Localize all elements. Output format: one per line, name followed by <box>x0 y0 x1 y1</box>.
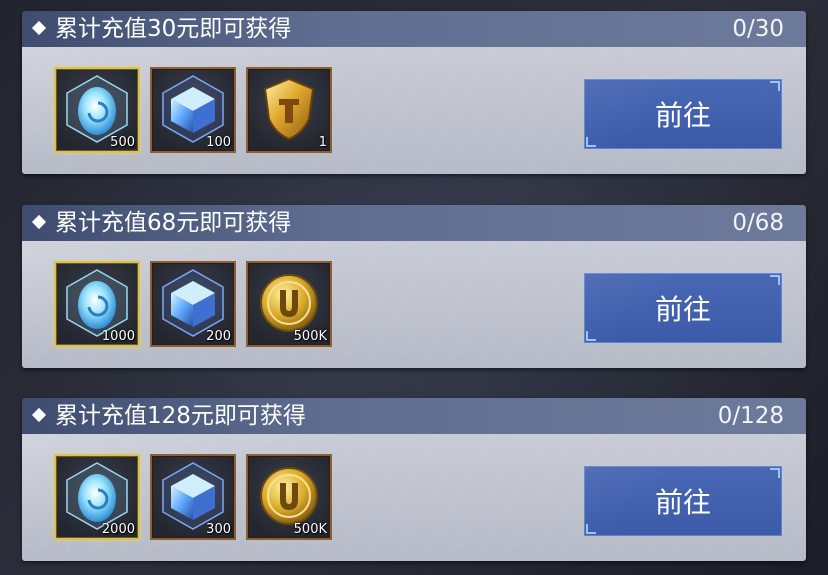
reward-quantity: 100 <box>206 135 231 150</box>
task-header: 累计充值30元即可获得 0/30 <box>22 11 806 47</box>
reward-slot[interactable]: 500 <box>54 67 140 153</box>
reward-slot[interactable]: 500K <box>246 454 332 540</box>
reward-slot[interactable]: 100 <box>150 67 236 153</box>
diamond-bullet-icon <box>31 214 47 230</box>
reward-quantity: 1 <box>318 135 327 150</box>
task-title: 累计充值128元即可获得 <box>55 403 306 429</box>
task-header: 累计充值128元即可获得 0/128 <box>22 398 806 434</box>
go-button[interactable]: 前往 <box>584 466 782 536</box>
reward-list: 1000 200 500K <box>54 261 332 347</box>
recharge-rewards-panel: 累计充值30元即可获得 0/30 500 100 1 前往 累计充值68元即可获… <box>0 0 828 575</box>
reward-quantity: 500K <box>293 522 327 537</box>
reward-quantity: 2000 <box>101 522 135 537</box>
reward-quantity: 500 <box>110 135 135 150</box>
reward-slot[interactable]: 1000 <box>54 261 140 347</box>
reward-slot[interactable]: 1 <box>246 67 332 153</box>
task-progress: 0/30 <box>732 16 784 42</box>
reward-list: 2000 300 500K <box>54 454 332 540</box>
reward-task-card: 累计充值68元即可获得 0/68 1000 200 500K 前往 <box>22 205 806 368</box>
task-progress: 0/128 <box>717 403 784 429</box>
task-title: 累计充值30元即可获得 <box>55 16 292 42</box>
task-header: 累计充值68元即可获得 0/68 <box>22 205 806 241</box>
reward-quantity: 200 <box>206 329 231 344</box>
reward-quantity: 300 <box>206 522 231 537</box>
reward-list: 500 100 1 <box>54 67 332 153</box>
task-progress: 0/68 <box>732 210 784 236</box>
task-title: 累计充值68元即可获得 <box>55 210 292 236</box>
reward-slot[interactable]: 500K <box>246 261 332 347</box>
reward-quantity: 1000 <box>101 329 135 344</box>
task-body: 1000 200 500K 前往 <box>22 241 806 368</box>
task-body: 500 100 1 前往 <box>22 47 806 174</box>
reward-slot[interactable]: 300 <box>150 454 236 540</box>
task-body: 2000 300 500K 前往 <box>22 434 806 561</box>
reward-slot[interactable]: 2000 <box>54 454 140 540</box>
go-button[interactable]: 前往 <box>584 273 782 343</box>
reward-slot[interactable]: 200 <box>150 261 236 347</box>
reward-task-card: 累计充值128元即可获得 0/128 2000 300 500K 前往 <box>22 398 806 561</box>
gold-shield-icon <box>263 77 315 141</box>
diamond-bullet-icon <box>31 20 47 36</box>
go-button[interactable]: 前往 <box>584 79 782 149</box>
reward-quantity: 500K <box>293 329 327 344</box>
reward-task-card: 累计充值30元即可获得 0/30 500 100 1 前往 <box>22 11 806 174</box>
diamond-bullet-icon <box>31 407 47 423</box>
